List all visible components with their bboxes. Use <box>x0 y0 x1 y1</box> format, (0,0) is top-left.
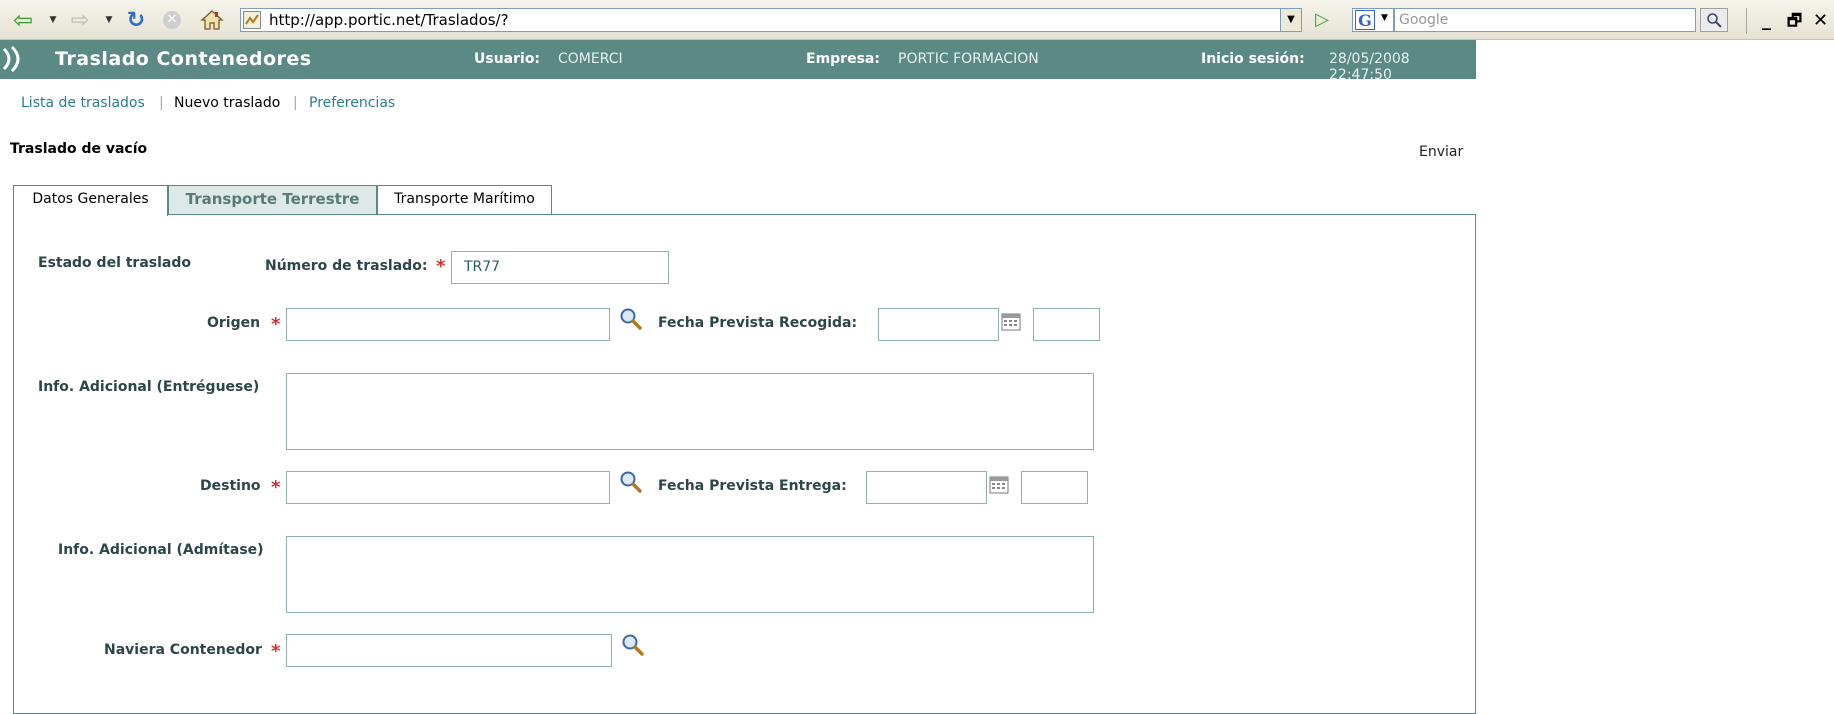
enviar-button[interactable]: Enviar <box>1419 144 1463 160</box>
required-marker: * <box>436 256 446 277</box>
fecha-entrega-time-input[interactable] <box>1021 471 1088 504</box>
fecha-recogida-label: Fecha Prevista Recogida: <box>658 315 858 331</box>
fecha-entrega-date-input[interactable] <box>866 471 987 504</box>
nav-nuevo-traslado[interactable]: Nuevo traslado <box>174 95 280 111</box>
search-placeholder: Google <box>1399 12 1449 28</box>
destino-label: Destino <box>200 478 261 494</box>
close-icon[interactable]: ✕ <box>1813 10 1828 31</box>
info-entreguese-label: Info. Adicional (Entréguese) <box>38 379 260 395</box>
back-dropdown-icon[interactable]: ▼ <box>48 8 58 32</box>
nav-separator: | <box>293 95 298 111</box>
naviera-contenedor-label: Naviera Contenedor <box>104 642 262 658</box>
destino-input[interactable] <box>286 471 610 504</box>
home-icon[interactable] <box>198 8 226 32</box>
required-marker: * <box>271 314 281 335</box>
empresa-label: Empresa: <box>806 51 880 67</box>
tab-transporte-maritimo[interactable]: Transporte Marítimo <box>377 185 552 214</box>
forward-arrow-icon[interactable]: ⇨ <box>66 8 94 33</box>
usuario-label: Usuario: <box>474 51 541 67</box>
portic-logo-icon <box>2 45 20 73</box>
nav-lista-traslados[interactable]: Lista de traslados <box>21 95 145 111</box>
search-input[interactable]: Google <box>1394 8 1696 32</box>
address-bar[interactable]: http://app.portic.net/Traslados/? <box>240 8 1302 32</box>
inicio-sesion-label: Inicio sesión: <box>1201 51 1305 67</box>
toolbar-separator <box>1746 8 1747 34</box>
info-entreguese-textarea[interactable] <box>286 373 1094 450</box>
numero-traslado-label: Número de traslado: <box>265 258 428 274</box>
minimize-icon[interactable]: _ <box>1762 10 1771 31</box>
form-panel <box>13 214 1476 714</box>
fecha-entrega-calendar-icon[interactable] <box>989 476 1009 494</box>
refresh-icon[interactable]: ↻ <box>124 8 148 33</box>
naviera-contenedor-input[interactable] <box>286 634 612 667</box>
fecha-recogida-date-input[interactable] <box>878 308 999 341</box>
google-icon: G <box>1355 10 1375 30</box>
app-title: Traslado Contenedores <box>55 48 312 70</box>
search-icon[interactable] <box>1700 8 1728 32</box>
origen-input[interactable] <box>286 308 610 341</box>
search-engine-dropdown-icon: ▼ <box>1381 13 1388 23</box>
required-marker: * <box>271 477 281 498</box>
section-title: Traslado de vacío <box>10 141 148 157</box>
info-admitase-label: Info. Adicional (Admítase) <box>58 542 264 558</box>
required-marker: * <box>271 641 281 662</box>
browser-toolbar: ⇦ ▼ ⇨ ▼ ↻ ✕ http://app.portic.net/Trasla… <box>0 0 1834 40</box>
fecha-entrega-label: Fecha Prevista Entrega: <box>658 478 847 494</box>
page-favicon-icon <box>243 11 261 29</box>
back-arrow-icon[interactable]: ⇦ <box>8 6 38 34</box>
tab-datos-generales[interactable]: Datos Generales <box>13 185 168 216</box>
fecha-recogida-time-input[interactable] <box>1033 308 1100 341</box>
fecha-recogida-calendar-icon[interactable] <box>1001 313 1021 331</box>
inicio-sesion-value: 28/05/2008 22:47:50 <box>1329 51 1410 83</box>
app-header: Traslado Contenedores Usuario: COMERCI E… <box>0 40 1476 83</box>
go-icon[interactable]: ▷ <box>1310 9 1334 31</box>
nav-preferencias[interactable]: Preferencias <box>309 95 395 111</box>
tab-transporte-terrestre[interactable]: Transporte Terrestre <box>168 185 377 214</box>
info-admitase-textarea[interactable] <box>286 536 1094 613</box>
stop-icon[interactable]: ✕ <box>160 8 184 32</box>
url-dropdown-icon[interactable]: ▼ <box>1280 8 1302 32</box>
restore-icon[interactable]: 🗗 <box>1787 10 1802 37</box>
empresa-value: PORTIC FORMACION <box>898 51 1039 67</box>
usuario-value: COMERCI <box>558 51 623 67</box>
destino-search-icon[interactable] <box>618 469 644 495</box>
naviera-search-icon[interactable] <box>620 632 646 658</box>
forward-dropdown-icon[interactable]: ▼ <box>104 8 114 32</box>
nav-separator: | <box>159 95 164 111</box>
estado-traslado-label: Estado del traslado <box>38 255 192 271</box>
origen-label: Origen <box>207 315 261 331</box>
url-text[interactable]: http://app.portic.net/Traslados/? <box>269 11 509 29</box>
search-engine-selector[interactable]: G ▼ <box>1352 8 1394 32</box>
numero-traslado-input[interactable]: TR77 <box>451 251 669 284</box>
origen-search-icon[interactable] <box>618 306 644 332</box>
